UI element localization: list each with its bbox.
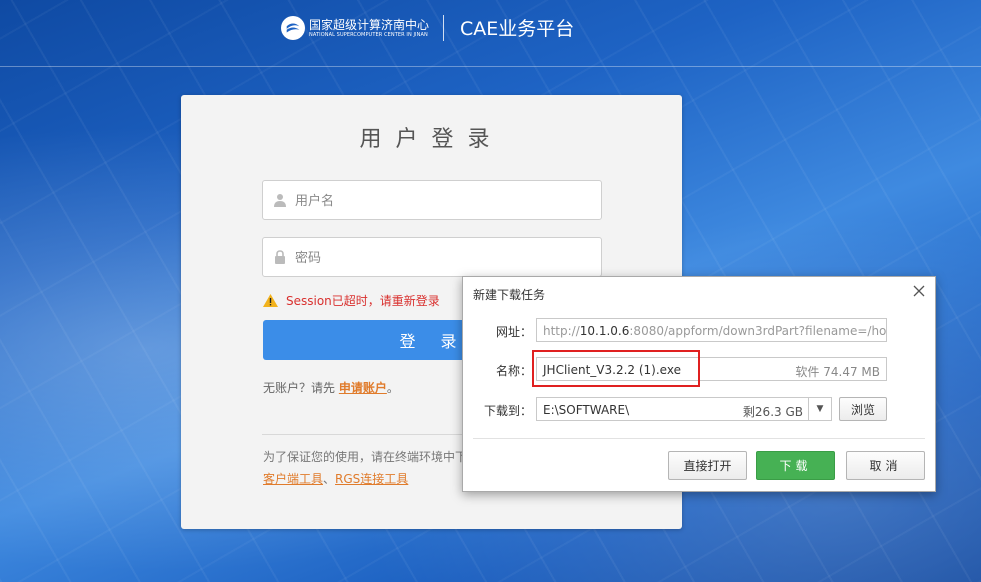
dialog-separator: [473, 438, 925, 439]
url-host: 10.1.0.6: [579, 324, 630, 338]
chevron-down-icon[interactable]: ▼: [808, 398, 831, 420]
new-download-dialog: 新建下载任务 网址： http://10.1.0.6:8080/appform/…: [462, 276, 936, 492]
url-label: 网址：: [496, 325, 533, 339]
open-directly-button[interactable]: 直接打开: [668, 451, 747, 480]
rgs-tools-link[interactable]: RGS连接工具: [335, 472, 408, 486]
name-label: 名称：: [496, 364, 533, 378]
client-tools-link[interactable]: 客户端工具: [263, 472, 323, 486]
header-divider: [443, 15, 444, 41]
save-to-label: 下载到：: [484, 404, 533, 418]
tools-line: 客户端工具、RGS连接工具: [263, 470, 408, 487]
url-field[interactable]: http://10.1.0.6:8080/appform/down3rdPart…: [536, 318, 887, 342]
error-text: Session已超时，请重新登录: [286, 294, 440, 308]
password-input[interactable]: [293, 238, 597, 278]
password-field[interactable]: [262, 237, 602, 278]
org-name-cn: 国家超级计算济南中心: [309, 18, 430, 32]
close-icon[interactable]: [911, 283, 927, 299]
error-message: Session已超时，请重新登录: [263, 292, 440, 309]
save-path-select[interactable]: E:\SOFTWARE\ 剩26.3 GB ▼: [536, 397, 832, 421]
register-line: 无账户？请先 申请账户。: [263, 379, 399, 396]
file-meta: 软件 74.47 MB: [795, 365, 880, 379]
register-suffix: 。: [386, 381, 399, 395]
tools-separator: 、: [323, 472, 336, 486]
dialog-title: 新建下载任务: [473, 288, 546, 302]
download-button[interactable]: 下载: [756, 451, 835, 480]
save-path: E:\SOFTWARE\: [543, 403, 630, 417]
register-link[interactable]: 申请账户: [339, 381, 387, 395]
username-input[interactable]: [293, 181, 597, 221]
top-header: 国家超级计算济南中心 NATIONAL SUPERCOMPUTER CENTER…: [0, 0, 981, 67]
login-title: 用户登录: [359, 127, 504, 152]
cancel-button[interactable]: 取消: [846, 451, 925, 480]
free-space: 剩26.3 GB: [742, 405, 803, 419]
no-account-text: 无账户？请先: [263, 381, 336, 395]
notice-text: 为了保证您的使用，请在终端环境中下: [263, 450, 468, 464]
url-rest: :8080/appform/down3rdPart?filename=/hom: [629, 324, 887, 338]
lock-icon: [275, 250, 285, 264]
warning-icon: [263, 294, 278, 307]
platform-title: CAE业务平台: [460, 18, 575, 40]
user-icon: [274, 194, 286, 207]
org-name-en: NATIONAL SUPERCOMPUTER CENTER IN JINAN: [309, 32, 428, 38]
url-prefix: http://: [543, 324, 580, 338]
browse-button[interactable]: 浏览: [839, 397, 887, 421]
file-name-highlight-box: [532, 350, 700, 387]
username-field[interactable]: [262, 180, 602, 221]
nscc-logo-icon: [281, 16, 305, 40]
